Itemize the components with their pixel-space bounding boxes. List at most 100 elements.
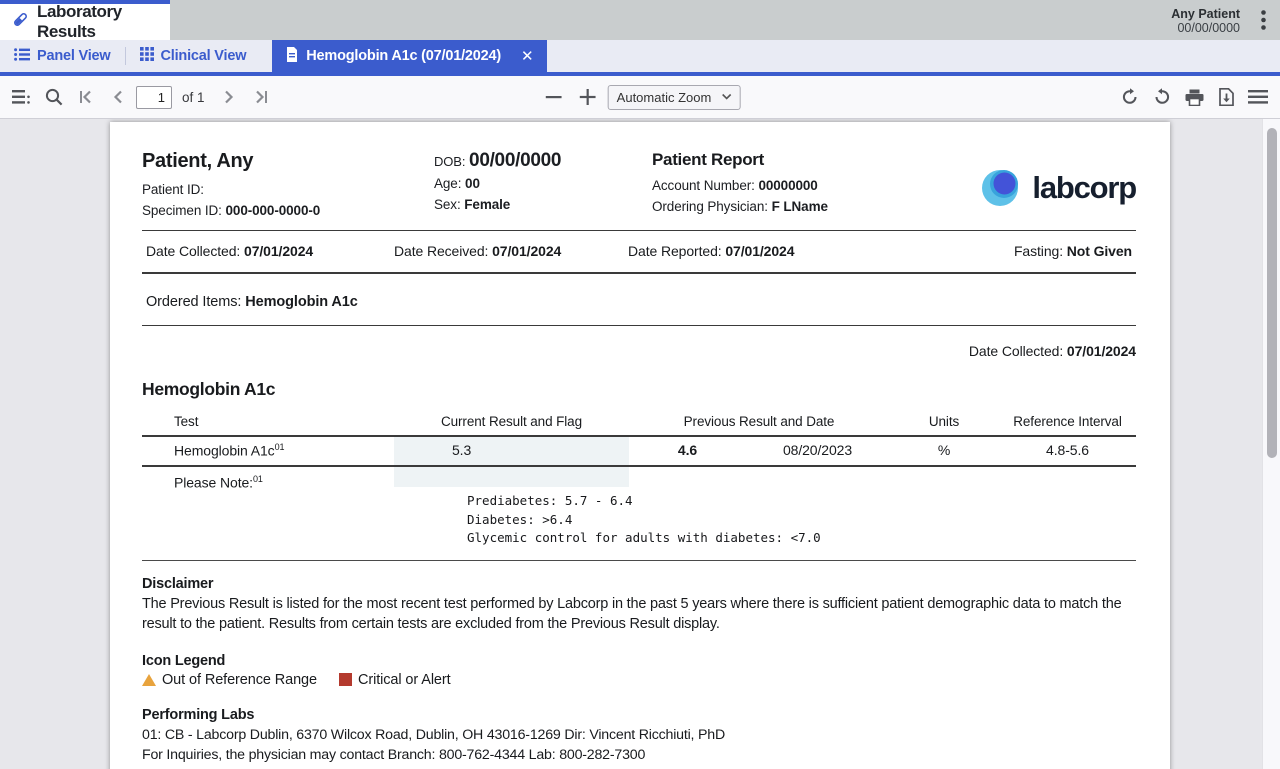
list-icon [14,48,30,65]
fasting-label: Fasting: [1014,243,1063,259]
date-collected-value: 07/01/2024 [244,243,313,259]
last-page-icon[interactable] [247,83,275,111]
document-icon [286,47,298,66]
sex-label: Sex: [434,197,461,212]
labcorp-logo: labcorp [978,150,1136,224]
vertical-scrollbar[interactable] [1262,119,1280,769]
out-of-range-label: Out of Reference Range [162,672,317,688]
disclaimer-section: Disclaimer The Previous Result is listed… [142,576,1136,634]
print-icon[interactable] [1180,83,1208,111]
tab-document-active[interactable]: Hemoglobin A1c (07/01/2024) ✕ [272,40,547,72]
critical-alert-label: Critical or Alert [358,672,451,688]
tab-panel-view[interactable]: Panel View [0,40,125,72]
note-line: Glycemic control for adults with diabete… [467,529,1136,548]
performing-labs-line2: For Inquiries, the physician may contact… [142,745,1136,765]
tab-clinical-view[interactable]: Clinical View [126,40,261,72]
kebab-menu-icon[interactable] [1246,0,1280,40]
current-result: 5.3 [394,442,629,459]
age-label: Age: [434,176,461,191]
pdf-toolbar: of 1 Automatic Zoom [0,76,1280,119]
patient-name: Patient, Any [142,150,434,173]
rotate-ccw-icon[interactable] [1148,83,1176,111]
appbar-spacer [170,0,1171,40]
scrollbar-thumb[interactable] [1267,128,1277,458]
date-received-value: 07/01/2024 [492,243,561,259]
fasting-value: Not Given [1067,243,1132,259]
section-date-value: 07/01/2024 [1067,343,1136,359]
table-row: Hemoglobin A1c01 5.3 4.6 08/20/2023 % 4.… [142,437,1136,467]
disclaimer-text: The Previous Result is listed for the mo… [142,594,1136,634]
account-value: 00000000 [758,178,817,193]
date-received-label: Date Received: [394,243,488,259]
please-note-label: Please Note: [174,474,253,490]
test-footnote: 01 [275,442,285,452]
units-value: % [889,442,999,459]
zoom-out-button[interactable] [540,83,568,111]
first-page-icon[interactable] [72,83,100,111]
sidebar-toggle-icon[interactable] [8,83,36,111]
performing-labs-line1: 01: CB - Labcorp Dublin, 6370 Wilcox Roa… [142,725,1136,745]
date-reported-value: 07/01/2024 [725,243,794,259]
zoom-level-select[interactable]: Automatic Zoom [608,85,741,110]
download-icon[interactable] [1212,83,1240,111]
result-note: Prediabetes: 5.7 - 6.4 Diabetes: >6.4 Gl… [467,492,1136,548]
performing-labs-section: Performing Labs 01: CB - Labcorp Dublin,… [142,707,1136,765]
section-date: Date Collected: 07/01/2024 [142,326,1136,365]
ordered-items: Ordered Items: Hemoglobin A1c [142,274,1136,325]
tab-bar: Panel View Clinical View Hemoglobin A1c … [0,40,1280,72]
note-line: Diabetes: >6.4 [467,511,1136,530]
results-table-header: Test Current Result and Flag Previous Re… [142,400,1136,437]
col-header-test: Test [142,414,394,429]
section-title: Hemoglobin A1c [142,379,1136,400]
divider [142,560,1136,561]
icon-legend-section: Icon Legend Out of Reference Range Criti… [142,653,1136,688]
please-note-row: Please Note:01 [142,467,1136,491]
age-value: 00 [465,176,480,191]
section-date-label: Date Collected: [969,343,1063,359]
next-page-icon[interactable] [215,83,243,111]
please-note-footnote: 01 [253,474,263,484]
specimen-id-label: Specimen ID: [142,203,222,218]
col-header-previous: Previous Result and Date [629,414,889,429]
report-header: Patient, Any Patient ID: Specimen ID: 00… [142,150,1136,224]
test-name: Hemoglobin A1c [174,443,275,459]
results-table-body: Hemoglobin A1c01 5.3 4.6 08/20/2023 % 4.… [142,437,1136,561]
physician-value: F LName [772,199,828,214]
reference-interval: 4.8-5.6 [999,442,1136,459]
tab-clinical-view-label: Clinical View [161,48,247,64]
tab-document-label: Hemoglobin A1c (07/01/2024) [306,48,501,64]
patient-chip: Any Patient 00/00/0000 [1171,0,1246,40]
specimen-id-value: 000-000-0000-0 [226,203,321,218]
rotate-cw-icon[interactable] [1116,83,1144,111]
account-label: Account Number: [652,178,755,193]
report-title: Patient Report [652,150,978,170]
icon-legend-title: Icon Legend [142,653,1136,669]
col-header-current: Current Result and Flag [394,414,629,429]
menu-icon[interactable] [1244,83,1272,111]
grid-icon [140,47,154,65]
pdf-viewer-area: Patient, Any Patient ID: Specimen ID: 00… [0,119,1280,769]
prev-page-icon[interactable] [104,83,132,111]
search-icon[interactable] [40,83,68,111]
ordered-items-label: Ordered Items: [146,294,241,310]
dob-label: DOB: [434,154,465,169]
chevron-down-icon [721,92,731,103]
page-number-input[interactable] [136,86,172,109]
patient-id-label: Patient ID: [142,182,204,197]
ordered-items-value: Hemoglobin A1c [245,294,357,310]
disclaimer-title: Disclaimer [142,576,1136,592]
col-header-reference: Reference Interval [999,414,1136,429]
previous-date: 08/20/2023 [746,442,889,459]
test-tube-icon [12,11,29,33]
close-icon[interactable]: ✕ [521,47,533,65]
labcorp-logo-icon [978,164,1024,213]
performing-labs-title: Performing Labs [142,707,1136,723]
zoom-in-button[interactable] [574,83,602,111]
out-of-range-icon [142,674,156,686]
labcorp-logo-text: labcorp [1032,170,1136,206]
zoom-level-value: Automatic Zoom [617,90,712,105]
previous-result: 4.6 [629,442,746,459]
app-header: Laboratory Results Any Patient 00/00/000… [0,0,1280,40]
tab-panel-view-label: Panel View [37,48,111,64]
dates-row: Date Collected: 07/01/2024 Date Received… [142,231,1136,272]
